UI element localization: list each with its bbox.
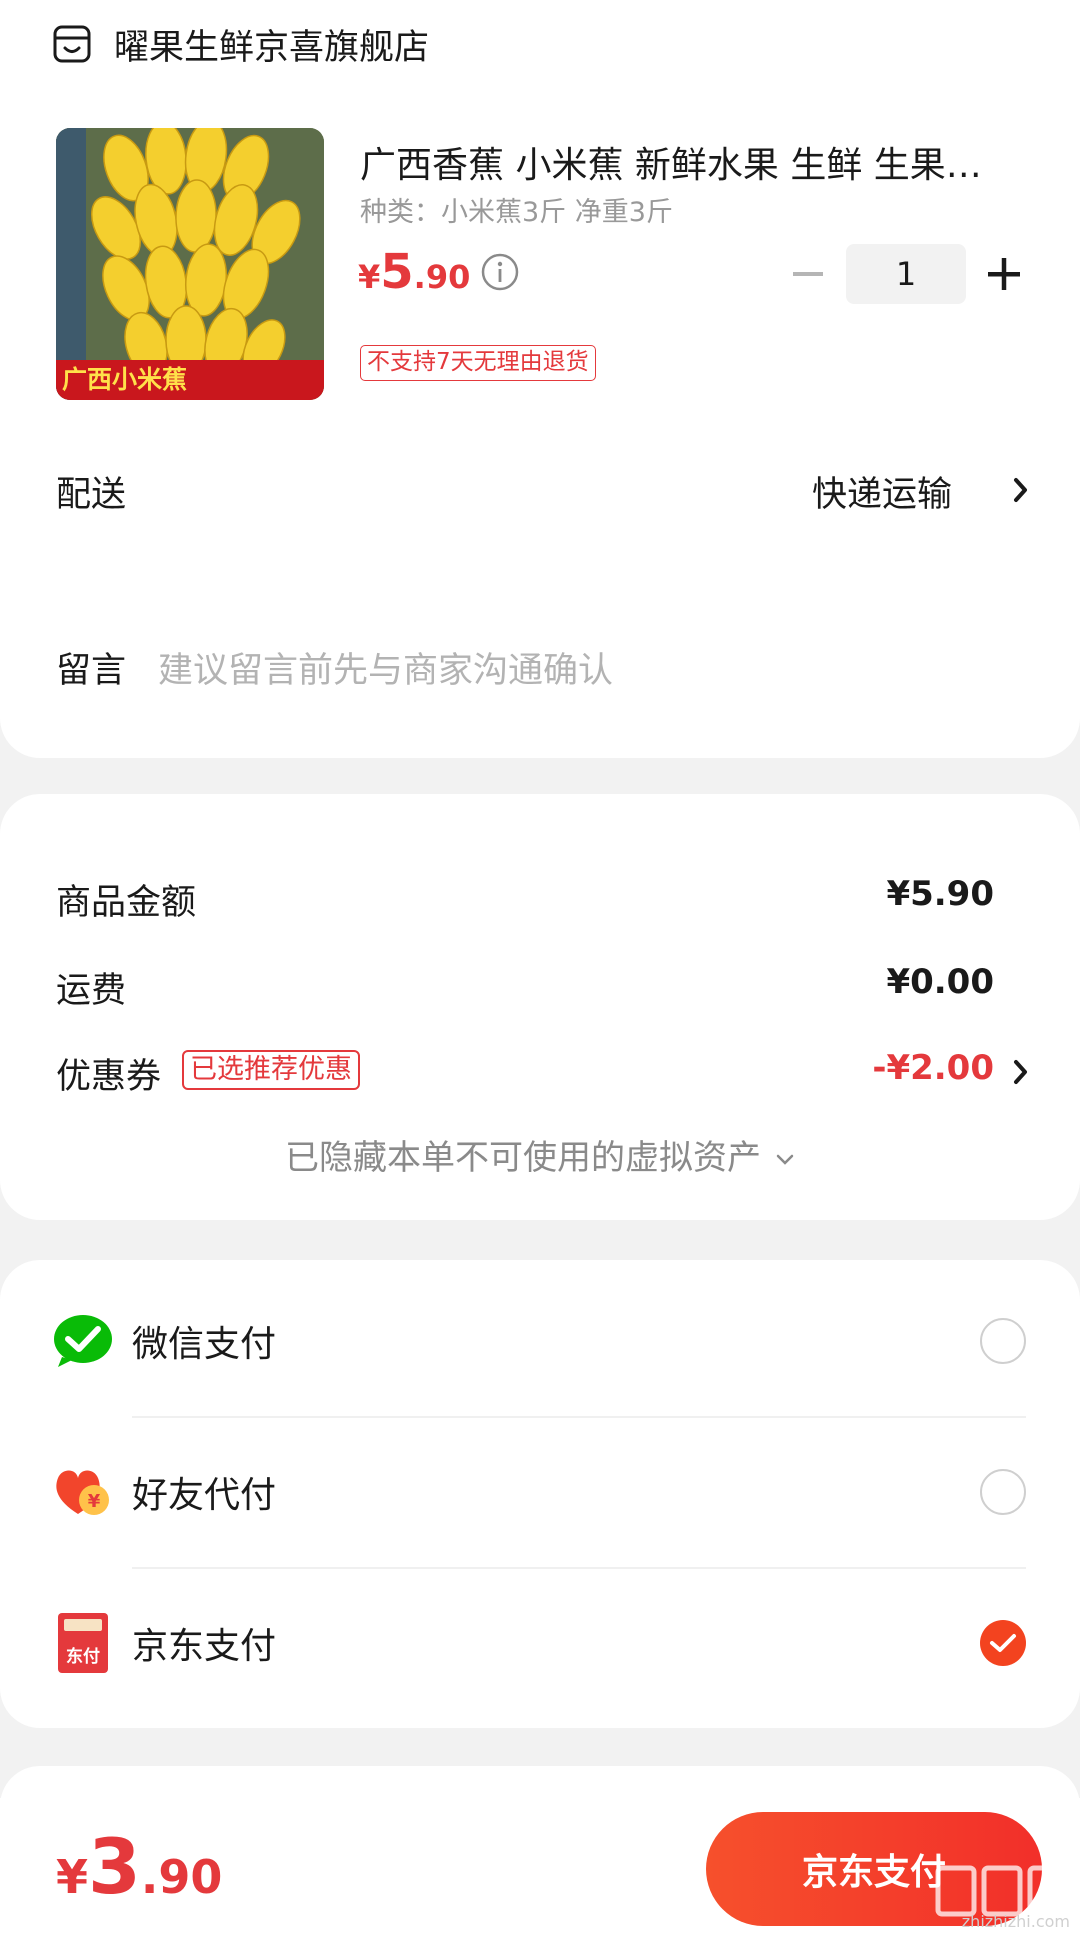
goods-amount-value: ¥5.90 [886, 874, 994, 914]
product-image[interactable]: 广西小米蕉 [56, 128, 324, 400]
hidden-assets-text: 已隐藏本单不可使用的虚拟资产 [285, 1138, 761, 1178]
payment-option-wechat[interactable]: 微信支付 [0, 1266, 1080, 1416]
coupon-chevron-right-icon[interactable] [1012, 1058, 1030, 1086]
payment-label-wechat: 微信支付 [132, 1324, 277, 1365]
coupon-recommended-tag: 已选推荐优惠 [182, 1050, 360, 1090]
chevron-right-icon[interactable] [1012, 476, 1030, 504]
goods-amount-label: 商品金额 [56, 883, 197, 923]
store-header[interactable]: 曜果生鲜京喜旗舰店 [52, 18, 429, 70]
friend-pay-heart-icon: ¥ [56, 1470, 109, 1515]
total-decimal: .90 [140, 1850, 223, 1904]
radio-friend[interactable] [980, 1469, 1026, 1515]
jd-pay-icon-text: 东付 [66, 1647, 100, 1667]
payment-label-friend: 好友代付 [132, 1475, 277, 1516]
chevron-down-icon [776, 1154, 794, 1165]
total-currency: ¥ [56, 1850, 89, 1904]
shipping-fee-value: ¥0.00 [886, 962, 994, 1002]
message-input[interactable]: 建议留言前先与商家沟通确认 [158, 642, 613, 693]
delivery-method[interactable]: 快递运输 [812, 466, 952, 517]
price-decimal: .90 [413, 258, 471, 296]
product-image-caption: 广西小米蕉 [62, 365, 188, 394]
total-integer: 3 [88, 1822, 141, 1911]
info-icon[interactable] [480, 252, 520, 292]
svg-text:¥: ¥ [88, 1491, 101, 1512]
payment-option-friend[interactable]: ¥ 好友代付 [0, 1417, 1080, 1567]
price-integer: 5 [380, 244, 414, 300]
hidden-assets-toggle[interactable]: 已隐藏本单不可使用的虚拟资产 [0, 1130, 1080, 1179]
radio-jd-checked[interactable] [980, 1620, 1026, 1666]
product-spec[interactable]: 种类：小米蕉3斤 净重3斤 [360, 190, 673, 229]
quantity-increase-button[interactable] [986, 256, 1022, 292]
quantity-decrease-button[interactable] [788, 246, 828, 302]
minus-icon [793, 272, 823, 276]
return-policy-tag: 不支持7天无理由退货 [360, 345, 596, 381]
delivery-label: 配送 [56, 475, 127, 515]
price-currency: ¥ [358, 258, 381, 296]
product-price: ¥ 5 .90 [358, 244, 470, 300]
coupon-value[interactable]: -¥2.00 [872, 1048, 994, 1088]
jd-pay-icon: 东付 [58, 1613, 108, 1673]
quantity-value[interactable]: 1 [846, 244, 966, 304]
watermark-text: zhizhizhi.com [961, 1912, 1070, 1931]
payment-label-jd: 京东支付 [132, 1626, 277, 1667]
product-title[interactable]: 广西香蕉 小米蕉 新鲜水果 生鲜 生果… [360, 136, 1010, 188]
message-label: 留言 [56, 651, 127, 691]
jd-pay-icon-stripe [64, 1619, 102, 1631]
payment-option-jd[interactable]: 东付 京东支付 [0, 1568, 1080, 1718]
store-icon [53, 25, 91, 63]
wechat-pay-icon [54, 1315, 112, 1367]
checkmark-icon [990, 1634, 1016, 1652]
order-item-card: 曜果生鲜京喜旗舰店 广西小米蕉 广西香蕉 小米蕉 新鲜水果 生鲜 生果… 种类：… [0, 0, 1080, 758]
shipping-fee-label: 运费 [56, 971, 127, 1011]
total-price: ¥ 3 .90 [56, 1822, 222, 1911]
store-name: 曜果生鲜京喜旗舰店 [114, 27, 430, 68]
coupon-label: 优惠券 [56, 1057, 162, 1097]
checkout-bar: ¥ 3 .90 京东支付 [0, 1798, 1080, 1945]
radio-wechat[interactable] [980, 1318, 1026, 1364]
